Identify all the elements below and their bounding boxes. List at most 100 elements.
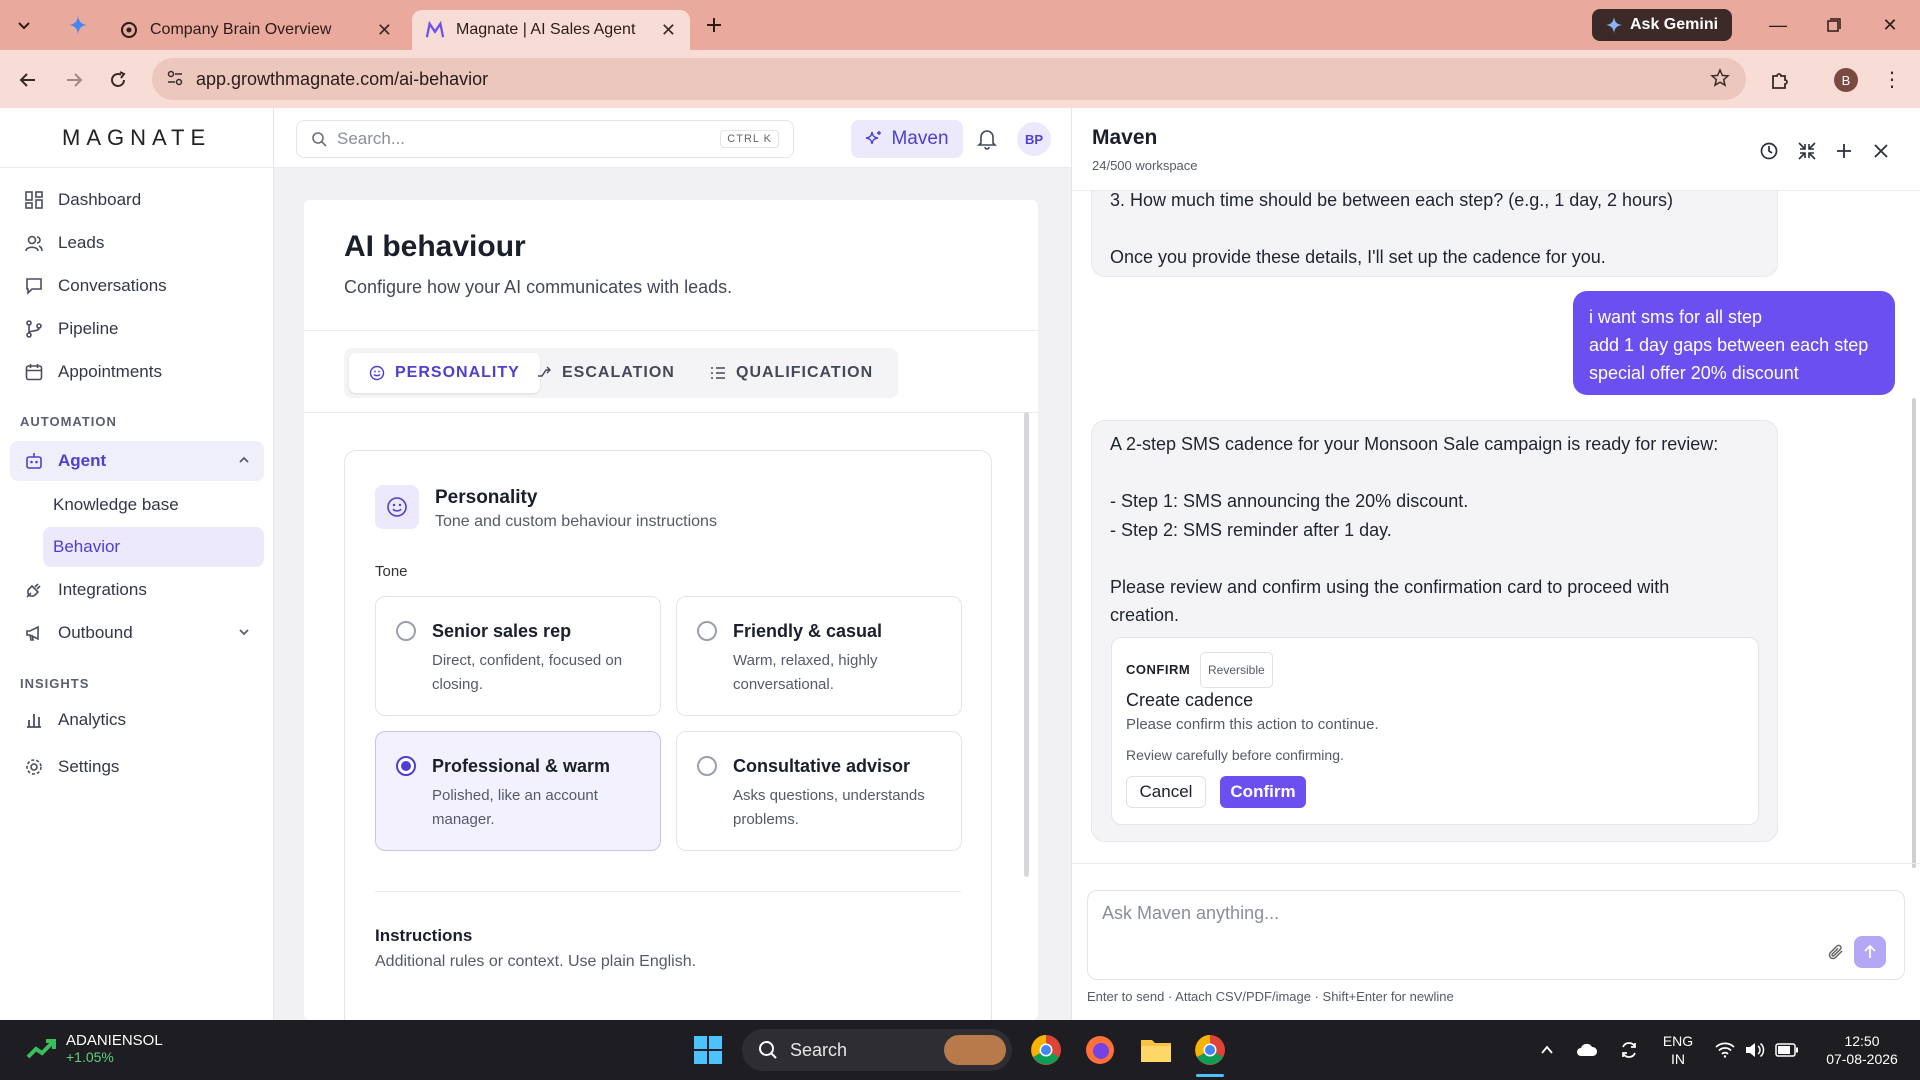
tone-option-title: Senior sales rep xyxy=(432,621,572,641)
sidebar-item-label: Conversations xyxy=(58,276,167,295)
search-input[interactable]: Search... CTRL K xyxy=(296,120,794,158)
chrome-profile-app-icon[interactable] xyxy=(1192,1032,1228,1077)
content-scrollbar[interactable] xyxy=(1024,412,1029,877)
firefox-icon xyxy=(1086,1036,1114,1064)
header-divider xyxy=(304,330,1038,331)
reload-button[interactable] xyxy=(102,64,134,96)
battery-icon[interactable] xyxy=(1770,1020,1804,1080)
tone-label: Tone xyxy=(375,563,408,580)
arrow-up-icon xyxy=(1864,944,1876,958)
chrome-app-icon[interactable] xyxy=(1028,1032,1064,1068)
chevron-up-icon[interactable] xyxy=(1532,1020,1562,1080)
tab-escalation[interactable]: ESCALATION xyxy=(516,353,695,393)
dashboard-icon xyxy=(24,190,44,210)
sidebar-item-leads[interactable]: Leads xyxy=(10,223,264,263)
user-avatar[interactable]: BP xyxy=(1017,122,1051,156)
bookmark-star-icon[interactable] xyxy=(1710,68,1730,93)
arrow-left-icon xyxy=(19,73,35,87)
history-icon[interactable] xyxy=(1756,138,1782,164)
bell-icon[interactable] xyxy=(977,128,997,155)
sidebar-item-label: Integrations xyxy=(58,580,147,599)
tone-option-friendly-casual[interactable]: Friendly & casual Warm, relaxed, highly … xyxy=(676,596,962,716)
instructions-title: Instructions xyxy=(375,926,473,945)
maven-button-label: Maven xyxy=(891,128,949,149)
sync-icon[interactable] xyxy=(1612,1020,1646,1080)
confirmation-card: CONFIRM Reversible Create cadence Please… xyxy=(1111,637,1759,825)
site-settings-icon[interactable] xyxy=(166,69,184,92)
windows-start-button[interactable] xyxy=(690,1032,726,1068)
tabs-divider xyxy=(304,412,1038,413)
wifi-icon[interactable] xyxy=(1710,1020,1740,1080)
sidebar-item-outbound[interactable]: Outbound xyxy=(10,613,264,653)
close-icon[interactable] xyxy=(1868,138,1894,164)
page-subtitle: Configure how your AI communicates with … xyxy=(344,277,733,297)
tab-title: Magnate | AI Sales Agent xyxy=(456,21,636,38)
taskbar-search[interactable]: Search xyxy=(742,1029,1012,1071)
sidebar-item-analytics[interactable]: Analytics xyxy=(10,700,264,740)
radio-button[interactable] xyxy=(697,621,717,641)
sidebar-item-settings[interactable]: Settings xyxy=(10,747,264,787)
plus-icon[interactable] xyxy=(1831,138,1857,164)
confirm-button[interactable]: Confirm xyxy=(1220,776,1306,808)
insights-heading: INSIGHTS xyxy=(20,676,90,691)
message-line: special offer 20% discount xyxy=(1589,363,1799,383)
minimize-button[interactable]: — xyxy=(1750,0,1806,50)
extensions-button[interactable] xyxy=(1764,64,1796,96)
tone-option-consultative-advisor[interactable]: Consultative advisor Asks questions, und… xyxy=(676,731,962,851)
message-line: i want sms for all step xyxy=(1589,307,1763,327)
tab-company-brain[interactable]: Company Brain Overview ✕ xyxy=(106,10,406,50)
window-close-button[interactable]: ✕ xyxy=(1862,0,1918,50)
volume-icon[interactable] xyxy=(1740,1020,1770,1080)
sidebar-item-dashboard[interactable]: Dashboard xyxy=(10,180,264,220)
sidebar-item-knowledge-base[interactable]: Knowledge base xyxy=(43,485,264,525)
new-tab-button[interactable] xyxy=(696,7,732,43)
sidebar-item-agent[interactable]: Agent xyxy=(10,441,264,481)
radio-button-selected[interactable] xyxy=(396,756,416,776)
forward-button[interactable] xyxy=(58,64,90,96)
radio-button[interactable] xyxy=(396,621,416,641)
browser-menu-button[interactable]: ⋮ xyxy=(1876,64,1908,96)
close-icon[interactable]: ✕ xyxy=(661,20,676,41)
magnate-logo[interactable]: MAGNATE xyxy=(0,108,273,168)
sidebar-item-pipeline[interactable]: Pipeline xyxy=(10,309,264,349)
puzzle-icon xyxy=(1772,73,1788,89)
radio-button[interactable] xyxy=(697,756,717,776)
url-bar[interactable]: app.growthmagnate.com/ai-behavior xyxy=(152,58,1746,100)
send-button[interactable] xyxy=(1854,936,1886,968)
file-explorer-app-icon[interactable] xyxy=(1138,1032,1174,1068)
chat-messages: 3. How much time should be between each … xyxy=(1072,191,1920,863)
tone-option-professional-warm[interactable]: Professional & warm Polished, like an ac… xyxy=(375,731,661,851)
sidebar-item-integrations[interactable]: Integrations xyxy=(10,570,264,610)
tab-magnate[interactable]: Magnate | AI Sales Agent ✕ xyxy=(412,10,690,50)
chat-scrollbar[interactable] xyxy=(1912,398,1916,868)
close-icon[interactable]: ✕ xyxy=(377,20,392,41)
more-vertical-icon: ⋮ xyxy=(1882,69,1902,91)
tab-search-button[interactable] xyxy=(6,7,42,43)
gemini-tab-icon[interactable] xyxy=(60,7,96,43)
restore-button[interactable] xyxy=(1806,0,1862,50)
onedrive-icon[interactable] xyxy=(1570,1020,1604,1080)
sidebar-item-behavior[interactable]: Behavior xyxy=(43,527,264,567)
instructions-subtitle: Additional rules or context. Use plain E… xyxy=(375,953,697,970)
ask-gemini-button[interactable]: Ask Gemini xyxy=(1592,9,1733,41)
url-text: app.growthmagnate.com/ai-behavior xyxy=(196,68,489,89)
stock-widget[interactable]: ADANIENSOL +1.05% xyxy=(26,1032,163,1065)
paperclip-icon[interactable] xyxy=(1824,940,1848,964)
sidebar-item-conversations[interactable]: Conversations xyxy=(10,266,264,306)
tab-qualification[interactable]: QUALIFICATION xyxy=(690,353,893,393)
maven-button[interactable]: Maven xyxy=(851,120,963,158)
clock[interactable]: 12:50 07-08-2026 xyxy=(1812,1020,1912,1080)
tab-personality[interactable]: PERSONALITY xyxy=(349,353,540,393)
profile-button[interactable]: B xyxy=(1830,64,1862,96)
language-indicator[interactable]: ENG IN xyxy=(1656,1020,1700,1080)
firefox-app-icon[interactable] xyxy=(1082,1032,1118,1068)
search-highlight-image xyxy=(944,1035,1006,1065)
cancel-button[interactable]: Cancel xyxy=(1126,776,1206,808)
message-line: A 2-step SMS cadence for your Monsoon Sa… xyxy=(1110,434,1719,454)
sidebar-item-appointments[interactable]: Appointments xyxy=(10,352,264,392)
plus-icon xyxy=(707,18,721,32)
tone-option-senior-sales-rep[interactable]: Senior sales rep Direct, confident, focu… xyxy=(375,596,661,716)
collapse-icon[interactable] xyxy=(1794,138,1820,164)
maven-chat-input[interactable]: Ask Maven anything... xyxy=(1087,890,1905,980)
back-button[interactable] xyxy=(12,64,44,96)
